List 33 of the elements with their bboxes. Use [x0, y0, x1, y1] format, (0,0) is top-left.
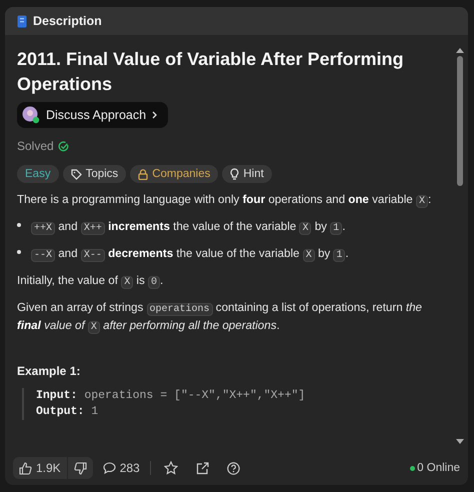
- like-button[interactable]: 1.9K: [13, 457, 68, 479]
- companies-button[interactable]: Companies: [130, 165, 218, 183]
- paragraph: There is a programming language with only four operations and one variable X :: [17, 192, 432, 210]
- avatar-icon: [22, 106, 40, 124]
- example-heading: Example 1:: [17, 364, 82, 378]
- bullet-text: --X and X-- decrements the value of the variable X by 1 .: [31, 246, 349, 264]
- comment-icon: [102, 462, 116, 474]
- chevron-icon: [152, 111, 158, 119]
- bullet-text: ++X and X++ increments the value of the variable X by 1 .: [31, 219, 346, 237]
- discuss-button[interactable]: Discuss Approach: [17, 102, 168, 128]
- lock-icon: [138, 168, 148, 180]
- difficulty-tag: Easy: [17, 165, 59, 183]
- solved-status: Solved: [17, 139, 54, 153]
- online-count: 0 Online: [417, 462, 460, 474]
- thumbs-up-icon: [19, 462, 32, 474]
- online-dot: [410, 466, 416, 470]
- bullet-dot: [17, 250, 21, 254]
- lightbulb-icon: [230, 168, 240, 180]
- scroll-up-icon[interactable]: [456, 47, 464, 53]
- comments-button[interactable]: 283: [100, 457, 142, 479]
- paragraph: Initially, the value of X is 0 .: [17, 273, 164, 291]
- description-tab[interactable]: Description: [33, 14, 102, 28]
- example-line: Input: operations = ["--X","X++","X++"]: [36, 388, 306, 404]
- document-icon: [17, 14, 27, 28]
- bullet-dot: [17, 223, 21, 227]
- hint-button[interactable]: Hint: [222, 165, 272, 183]
- scroll-down-icon[interactable]: [456, 439, 464, 445]
- problem-title: 2011. Final Value of Variable After Performing Operations: [17, 48, 404, 96]
- topics-button[interactable]: Topics: [62, 165, 126, 183]
- thumbs-down-icon: [74, 462, 87, 474]
- tag-icon: [70, 168, 82, 180]
- example-line: Output: 1: [36, 404, 100, 420]
- paragraph: Given an array of strings operations containing a list of operations, return the final value of X after performing all the operations.: [17, 300, 424, 336]
